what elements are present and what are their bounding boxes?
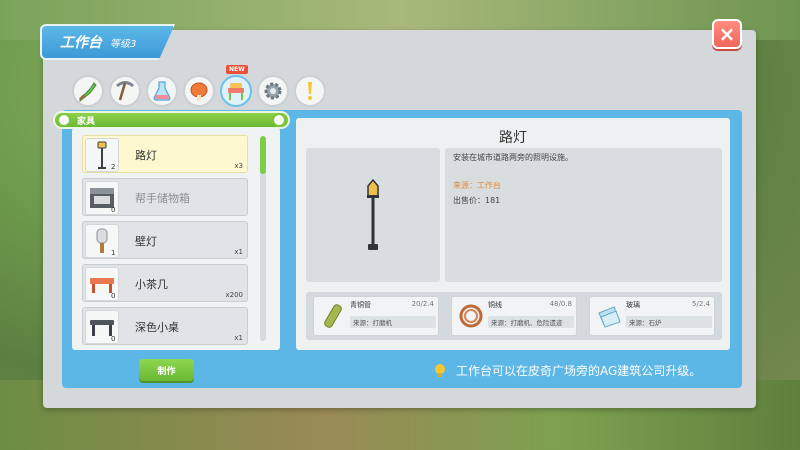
material-name: 铜线 <box>488 301 502 309</box>
item-description: 安装在城市道路两旁的照明设施。 <box>453 153 573 162</box>
list-item-street-lamp[interactable]: 2 路灯 x3 <box>82 135 248 173</box>
item-price: 出售价：181 <box>453 196 501 205</box>
item-list[interactable]: 2 路灯 x3 0 帮手储物箱 1 壁灯 x1 0 小茶几 x200 0 深色小… <box>72 128 280 350</box>
lightbulb-icon <box>435 363 445 377</box>
window-level: 等级3 <box>110 38 137 50</box>
item-description-box: 安装在城市道路两旁的照明设施。 来源：工作台 出售价：181 <box>445 148 722 282</box>
bronze-pipe-icon <box>317 300 349 332</box>
material-glass[interactable]: 玻璃 5/2.4 来源：石炉 <box>589 296 715 336</box>
item-source: 来源：工作台 <box>453 181 501 190</box>
item-owned-count: 2 <box>111 163 116 171</box>
item-quantity: x1 <box>234 248 243 256</box>
hint-text: 工作台可以在皮奇广场旁的AG建筑公司升级。 <box>456 364 702 378</box>
pickaxe-icon <box>116 81 134 101</box>
list-item-wall-lamp[interactable]: 1 壁灯 x1 <box>82 221 248 259</box>
category-tab-weapons[interactable] <box>72 75 104 107</box>
roast-chicken-icon <box>190 82 208 101</box>
gear-icon <box>264 82 282 100</box>
list-item-dark-table[interactable]: 0 深色小桌 x1 <box>82 307 248 345</box>
new-badge: NEW <box>226 65 248 74</box>
materials-row: 青铜管 20/2.4 来源：打磨机 铜线 48/0.8 来源：打磨机、危险遗迹 … <box>306 292 722 340</box>
material-name: 青铜管 <box>350 301 371 309</box>
material-count: 48/0.8 <box>549 300 572 308</box>
street-lamp-icon <box>367 178 379 250</box>
list-item-tea-table[interactable]: 0 小茶几 x200 <box>82 264 248 302</box>
material-source: 来源：打磨机 <box>350 316 436 328</box>
material-source: 来源：打磨机、危险遗迹 <box>488 316 574 328</box>
category-label-text: 家具 <box>77 116 96 127</box>
craft-button[interactable]: 制作 <box>139 359 194 381</box>
upgrade-hint: 工作台可以在皮奇广场旁的AG建筑公司升级。 <box>434 362 701 379</box>
category-tab-tools[interactable] <box>109 75 141 107</box>
item-name: 深色小桌 <box>135 321 179 334</box>
material-copper-wire[interactable]: 铜线 48/0.8 来源：打磨机、危险遗迹 <box>451 296 577 336</box>
furniture-icon <box>228 83 244 100</box>
material-source: 来源：石炉 <box>626 316 712 328</box>
close-button[interactable]: × <box>712 19 742 49</box>
category-tab-food[interactable] <box>183 75 215 107</box>
glass-icon <box>593 300 625 332</box>
category-label-right-cap <box>272 113 286 127</box>
material-count: 5/2.4 <box>692 300 710 308</box>
item-quantity: x3 <box>234 162 243 170</box>
sword-icon <box>79 82 97 103</box>
item-quantity: x1 <box>234 334 243 342</box>
item-owned-count: 0 <box>111 292 116 300</box>
item-name: 路灯 <box>135 149 157 162</box>
material-bronze-pipe[interactable]: 青铜管 20/2.4 来源：打磨机 <box>313 296 439 336</box>
copper-wire-icon <box>455 300 487 332</box>
material-name: 玻璃 <box>626 301 640 309</box>
item-owned-count: 0 <box>111 206 116 214</box>
item-detail-panel: 路灯 安装在城市道路两旁的照明设施。 来源：工作台 出售价：181 青铜管 20… <box>296 118 730 350</box>
category-label-left-cap <box>57 113 71 127</box>
item-name: 壁灯 <box>135 235 157 248</box>
exclamation-icon <box>308 82 312 100</box>
flask-icon <box>153 81 171 101</box>
item-quantity: x200 <box>225 291 243 299</box>
item-owned-count: 0 <box>111 335 116 343</box>
item-name: 帮手储物箱 <box>135 192 190 205</box>
item-owned-count: 1 <box>111 249 116 257</box>
window-title-tab: 工作台 等级3 <box>40 24 175 60</box>
category-tab-furniture[interactable]: NEW <box>220 65 252 107</box>
list-item-storage-box[interactable]: 0 帮手储物箱 <box>82 178 248 216</box>
item-preview <box>306 148 440 282</box>
close-icon: × <box>718 22 736 46</box>
category-tab-potions[interactable] <box>146 75 178 107</box>
detail-title: 路灯 <box>499 130 527 146</box>
material-count: 20/2.4 <box>411 300 434 308</box>
window-title: 工作台 <box>60 35 102 51</box>
category-label: 家具 <box>53 111 290 129</box>
category-tab-parts[interactable] <box>257 75 289 107</box>
list-scrollbar-thumb[interactable] <box>260 136 266 174</box>
category-tabs: NEW <box>72 65 326 107</box>
item-name: 小茶几 <box>135 278 168 291</box>
category-tab-quest[interactable] <box>294 75 326 107</box>
